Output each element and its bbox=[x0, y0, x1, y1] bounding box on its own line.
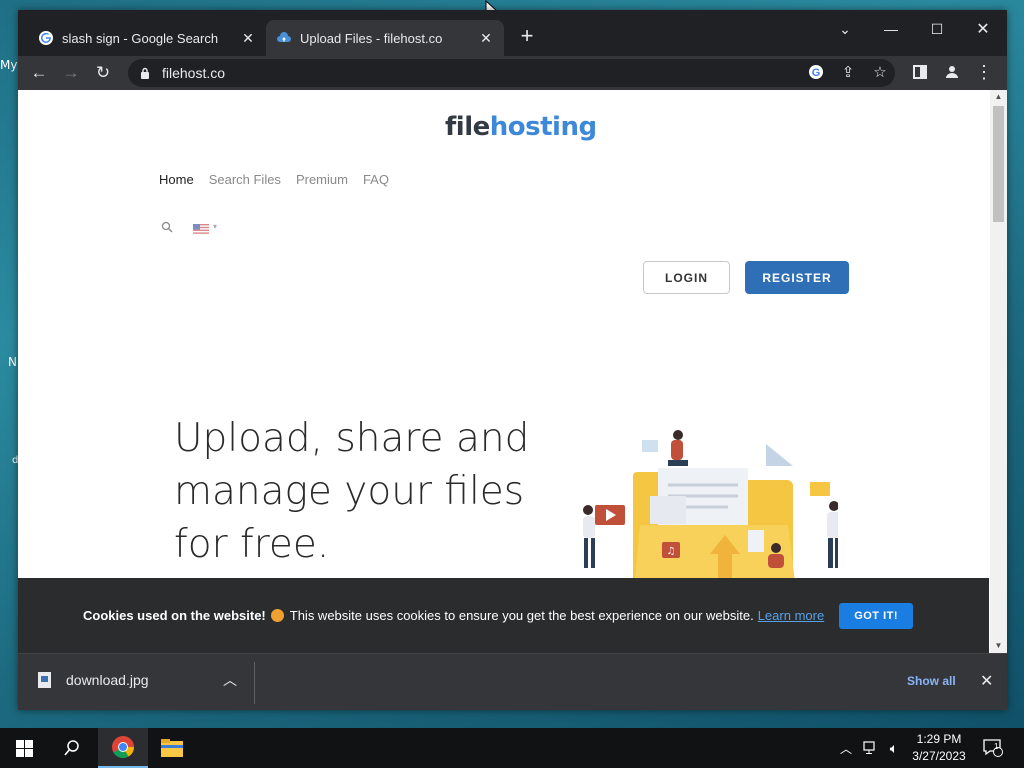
windows-logo-icon bbox=[15, 739, 33, 757]
hero-line: Upload, share and bbox=[174, 416, 530, 461]
forward-button[interactable]: → bbox=[58, 60, 84, 86]
taskbar-file-explorer[interactable] bbox=[148, 728, 196, 768]
desktop-icon-label[interactable]: My bbox=[0, 58, 17, 72]
tab-search-icon[interactable]: ⌄ bbox=[822, 14, 868, 44]
tab-close-icon[interactable]: ✕ bbox=[240, 30, 256, 47]
svg-text:G: G bbox=[812, 67, 821, 79]
learn-more-link[interactable]: Learn more bbox=[758, 608, 824, 623]
close-icon[interactable]: ✕ bbox=[980, 671, 993, 691]
browser-toolbar: ← → ↻ filehost.co G ⇪ ☆ ⋮ bbox=[18, 56, 1007, 90]
tab-title: Upload Files - filehost.co bbox=[300, 30, 443, 46]
bookmark-star-icon[interactable]: ☆ bbox=[869, 61, 891, 83]
cloud-upload-icon bbox=[276, 30, 292, 46]
maximize-button[interactable]: ☐ bbox=[914, 14, 960, 44]
menu-kebab-icon[interactable]: ⋮ bbox=[973, 61, 995, 83]
nav-premium[interactable]: Premium bbox=[296, 172, 348, 187]
notification-count: 1 bbox=[994, 742, 999, 751]
scroll-down-icon[interactable]: ▼ bbox=[990, 639, 1007, 653]
register-button[interactable]: REGISTER bbox=[745, 261, 849, 294]
hero-heading: Upload, share and manage your files for … bbox=[174, 412, 554, 571]
search-icon bbox=[64, 740, 79, 756]
download-filename: download.jpg bbox=[66, 672, 149, 688]
notification-center-icon[interactable]: 1 bbox=[980, 728, 1006, 768]
nav-home[interactable]: Home bbox=[159, 172, 194, 187]
search-icon[interactable] bbox=[161, 221, 173, 233]
share-icon[interactable]: ⇪ bbox=[837, 61, 859, 83]
desktop-icon-label[interactable]: N bbox=[8, 355, 17, 369]
new-tab-button[interactable]: + bbox=[517, 25, 537, 47]
scroll-up-icon[interactable]: ▲ bbox=[990, 90, 1007, 104]
us-flag-icon[interactable] bbox=[193, 224, 209, 234]
svg-text:♫: ♫ bbox=[667, 546, 676, 557]
main-nav: Home Search Files Premium FAQ bbox=[159, 172, 389, 187]
scrollbar-thumb[interactable] bbox=[993, 106, 1004, 222]
clock-date[interactable]: 3/27/2023 bbox=[906, 749, 972, 763]
taskbar-chrome[interactable] bbox=[98, 728, 148, 768]
close-window-button[interactable]: ✕ bbox=[960, 14, 1006, 44]
chrome-icon bbox=[112, 736, 134, 758]
tab-title: slash sign - Google Search bbox=[62, 30, 219, 46]
start-button[interactable] bbox=[0, 728, 48, 768]
chevron-down-icon[interactable]: ▾ bbox=[213, 222, 217, 231]
show-all-button[interactable]: Show all bbox=[907, 674, 956, 688]
lock-icon bbox=[140, 67, 152, 79]
taskbar: ︿ 🔈︎ 1:29 PM 3/27/2023 1 bbox=[0, 728, 1024, 768]
profile-icon[interactable] bbox=[941, 61, 963, 83]
cookie-accept-button[interactable]: GOT IT! bbox=[839, 602, 914, 629]
side-panel-icon[interactable] bbox=[909, 61, 931, 83]
hero-line: for free. bbox=[174, 522, 330, 567]
google-lens-icon[interactable]: G bbox=[805, 61, 827, 83]
minimize-button[interactable]: — bbox=[868, 14, 914, 44]
reload-button[interactable]: ↻ bbox=[90, 60, 116, 86]
file-sharing-illustration: ♫ bbox=[583, 430, 838, 590]
folder-icon bbox=[161, 739, 183, 757]
tab-filehost[interactable]: Upload Files - filehost.co ✕ bbox=[266, 20, 504, 56]
cookie-banner: Cookies used on the website! This websit… bbox=[18, 578, 989, 653]
google-icon bbox=[38, 30, 54, 46]
download-shelf: download.jpg ︿ Show all ✕ bbox=[18, 653, 1007, 710]
hero-line: manage your files bbox=[174, 469, 525, 514]
network-icon[interactable] bbox=[860, 728, 882, 768]
show-hidden-icons[interactable]: ︿ bbox=[836, 728, 856, 768]
cookie-icon bbox=[270, 609, 284, 622]
page-scrollbar[interactable]: ▲ ▼ bbox=[990, 90, 1007, 653]
image-file-icon bbox=[38, 672, 51, 688]
divider bbox=[254, 662, 255, 704]
download-item[interactable]: download.jpg bbox=[38, 672, 248, 688]
page-viewport: filehosting Home Search Files Premium FA… bbox=[18, 90, 1007, 653]
url-text: filehost.co bbox=[162, 65, 226, 81]
clock-time[interactable]: 1:29 PM bbox=[906, 732, 972, 746]
site-logo[interactable]: filehosting bbox=[445, 112, 597, 142]
nav-faq[interactable]: FAQ bbox=[363, 172, 389, 187]
nav-search-files[interactable]: Search Files bbox=[209, 172, 281, 187]
browser-window: slash sign - Google Search ✕ Upload File… bbox=[18, 10, 1007, 710]
volume-icon[interactable]: 🔈︎ bbox=[883, 728, 905, 768]
cookie-text: This website uses cookies to ensure you … bbox=[289, 608, 754, 623]
address-bar[interactable]: filehost.co bbox=[128, 59, 895, 87]
tab-strip: slash sign - Google Search ✕ Upload File… bbox=[18, 10, 1007, 56]
back-button[interactable]: ← bbox=[26, 60, 52, 86]
cookie-title: Cookies used on the website! bbox=[83, 608, 266, 623]
search-button[interactable] bbox=[48, 728, 96, 768]
tab-close-icon[interactable]: ✕ bbox=[478, 30, 494, 47]
tab-google-search[interactable]: slash sign - Google Search ✕ bbox=[28, 20, 266, 56]
login-button[interactable]: LOGIN bbox=[643, 261, 730, 294]
chevron-up-icon[interactable]: ︿ bbox=[223, 670, 237, 690]
